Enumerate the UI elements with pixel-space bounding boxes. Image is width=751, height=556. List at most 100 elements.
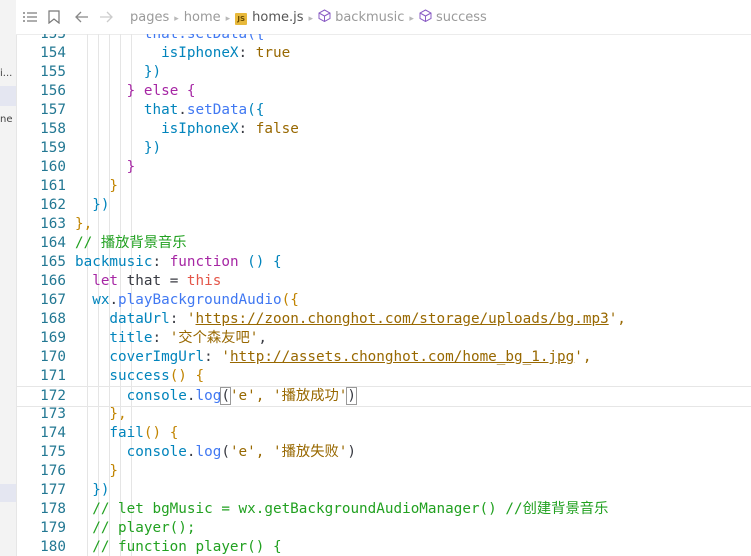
code-text[interactable]: backmusic: function () { (75, 253, 282, 272)
code-text[interactable]: }) (75, 196, 109, 215)
breadcrumb-item[interactable]: backmusic (335, 10, 404, 25)
forward-arrow-icon[interactable] (96, 7, 116, 27)
explorer-row-selected[interactable] (0, 484, 16, 502)
code-token: : (169, 311, 187, 327)
explorer-row-selected[interactable] (0, 86, 16, 106)
line-number: 163 (40, 216, 66, 232)
code-line[interactable]: 160 } (16, 158, 751, 177)
code-token: : (152, 330, 170, 346)
explorer-row[interactable]: ne (0, 110, 16, 130)
code-line[interactable]: 177 }) (16, 481, 751, 500)
code-line[interactable]: 178 // let bgMusic = wx.getBackgroundAud… (16, 500, 751, 519)
code-token: fail (75, 425, 144, 441)
code-line[interactable]: 153 that.setData({ (16, 34, 751, 44)
code-token: coverImgUrl (75, 349, 205, 365)
code-token: : (238, 45, 256, 61)
code-token: . (186, 444, 196, 460)
code-token: that (75, 102, 179, 118)
code-token: ({ (281, 292, 299, 308)
code-text[interactable]: dataUrl: 'https://zoon.chonghot.com/stor… (75, 310, 625, 329)
code-line[interactable]: 171 success() { (16, 367, 751, 386)
line-number: 171 (40, 368, 66, 384)
code-token: } (75, 463, 119, 479)
code-text[interactable]: } (75, 158, 136, 177)
code-token: playBackgroundAudio (118, 292, 282, 308)
code-line[interactable]: 162 }) (16, 196, 751, 215)
code-token: ' (221, 349, 230, 365)
bookmark-icon[interactable] (44, 7, 64, 27)
code-line[interactable]: 159 }) (16, 139, 751, 158)
code-text[interactable]: // function player() { (75, 538, 281, 556)
code-text[interactable]: fail() { (75, 424, 178, 443)
code-token: 'e', '播放成功' (229, 388, 348, 404)
code-line[interactable]: 168 dataUrl: 'https://zoon.chonghot.com/… (16, 310, 751, 329)
breadcrumb-item[interactable]: home (184, 10, 221, 25)
line-number: 180 (40, 539, 66, 555)
code-text[interactable]: isIphoneX: false (75, 120, 299, 139)
code-text[interactable]: }) (75, 139, 161, 158)
code-text[interactable]: title: '交个森友吧', (75, 329, 267, 348)
code-text[interactable]: }) (75, 63, 161, 82)
code-text[interactable]: }) (75, 481, 109, 500)
code-line[interactable]: 163}, (16, 215, 751, 234)
code-token: : (238, 121, 256, 137)
breadcrumb-item[interactable]: success (436, 10, 487, 25)
code-text[interactable]: console.log('e', '播放成功') (75, 387, 358, 406)
code-line[interactable]: 173 }, (16, 405, 751, 424)
code-text[interactable]: console.log('e', '播放失败') (75, 443, 356, 462)
breadcrumb-item[interactable]: pages (130, 10, 169, 25)
code-token: success (75, 368, 170, 384)
text-cursor (356, 388, 358, 404)
code-line[interactable]: 158 isIphoneX: false (16, 120, 751, 139)
code-text[interactable]: // let bgMusic = wx.getBackgroundAudioMa… (75, 500, 608, 519)
code-line[interactable]: 179 // player(); (16, 519, 751, 538)
code-text[interactable]: that.setData({ (75, 101, 265, 120)
code-line[interactable]: 164 // 播放背景音乐 (16, 234, 751, 253)
method-cube-icon (318, 8, 331, 26)
outline-list-icon[interactable] (20, 7, 40, 27)
code-text[interactable]: } (75, 177, 118, 196)
code-text[interactable]: } else { (75, 82, 196, 101)
code-text[interactable]: }, (75, 215, 92, 234)
code-line[interactable]: 165 backmusic: function () { (16, 253, 751, 272)
code-line[interactable]: 169 title: '交个森友吧', (16, 329, 751, 348)
code-token: . (178, 102, 187, 118)
code-line[interactable]: 170 coverImgUrl: 'http://assets.chonghot… (16, 348, 751, 367)
code-line[interactable]: 174 fail() { (16, 424, 751, 443)
line-number: 168 (40, 311, 66, 327)
code-text[interactable]: that.setData({ (75, 34, 265, 44)
code-token: function (169, 254, 248, 270)
code-text[interactable]: } (75, 462, 118, 481)
code-line[interactable]: 167 wx.playBackgroundAudio({ (16, 291, 751, 310)
code-line[interactable]: 166 let that = this (16, 272, 751, 291)
code-token: }) (75, 482, 110, 498)
code-token: wx (75, 292, 110, 308)
code-token: ({ (247, 102, 265, 118)
code-token: title (75, 330, 153, 346)
code-text[interactable]: wx.playBackgroundAudio({ (75, 291, 299, 310)
code-text[interactable]: success() { (75, 367, 204, 386)
code-line[interactable]: 156 } else { (16, 82, 751, 101)
code-text[interactable]: coverImgUrl: 'http://assets.chonghot.com… (75, 348, 591, 367)
code-line[interactable]: 161 } (16, 177, 751, 196)
code-line[interactable]: 155 }) (16, 63, 751, 82)
code-text[interactable]: // player(); (75, 519, 195, 538)
code-line[interactable]: 180 // function player() { (16, 538, 751, 556)
code-token: ) (347, 444, 357, 460)
code-line[interactable]: 154 isIphoneX: true (16, 44, 751, 63)
code-text[interactable]: // 播放背景音乐 (75, 234, 187, 253)
code-text[interactable]: }, (75, 405, 126, 424)
code-line[interactable]: 176 } (16, 462, 751, 481)
explorer-row[interactable]: i... (0, 64, 16, 84)
code-token: . (186, 388, 196, 404)
breadcrumb-item[interactable]: home.js (252, 10, 303, 25)
code-token: = (169, 273, 187, 289)
code-line[interactable]: 157 that.setData({ (16, 101, 751, 120)
code-text[interactable]: let that = this (75, 272, 221, 291)
back-arrow-icon[interactable] (72, 7, 92, 27)
code-editor[interactable]: 153 that.setData({154 isIphoneX: true 155… (16, 34, 751, 556)
code-text[interactable]: isIphoneX: true (75, 44, 290, 63)
line-number: 169 (40, 330, 66, 346)
code-line[interactable]: 172 console.log('e', '播放成功') (16, 386, 751, 407)
code-line[interactable]: 175 console.log('e', '播放失败') (16, 443, 751, 462)
